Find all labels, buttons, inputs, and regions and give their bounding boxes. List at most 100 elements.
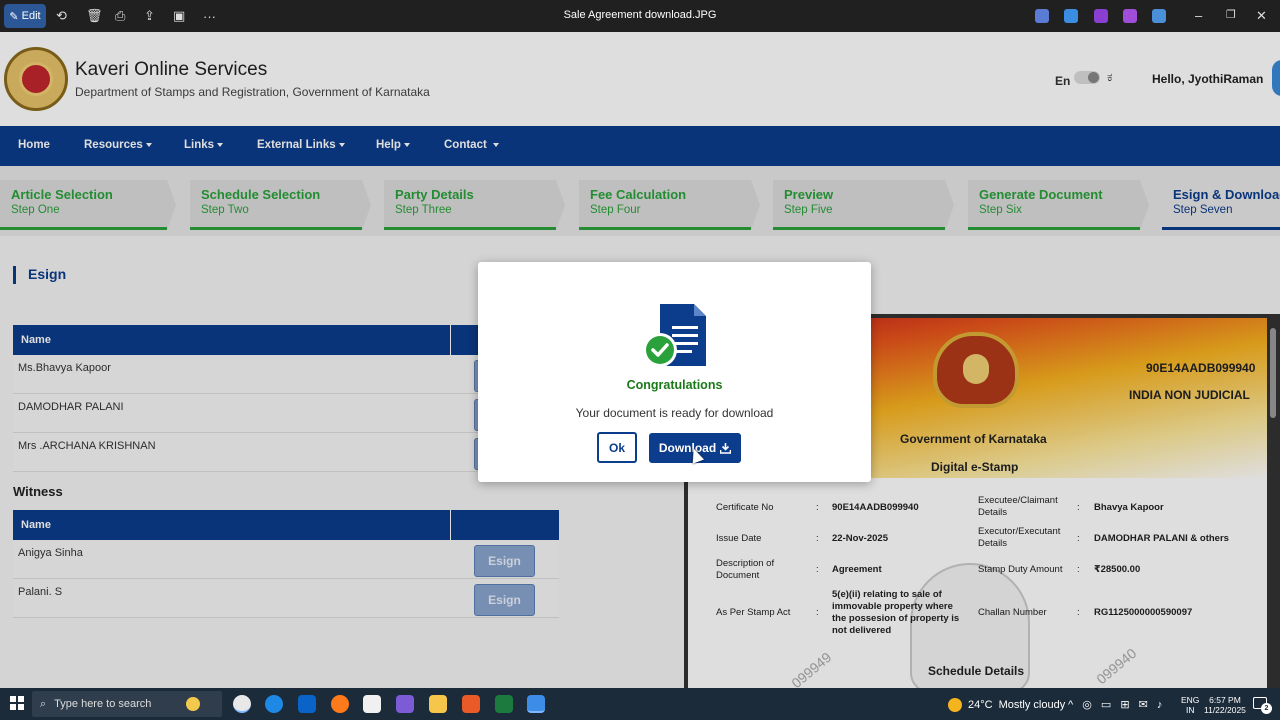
system-tray-icons[interactable]: ^ ◎ ▭ ⊞ ✉ ♪	[1068, 698, 1165, 711]
field-separator: :	[1077, 502, 1080, 513]
dialog-message: Your document is ready for download	[575, 406, 774, 420]
input-language[interactable]: ENG IN	[1181, 695, 1199, 715]
notification-count: 2	[1261, 703, 1272, 714]
field-separator: :	[1077, 607, 1080, 618]
clock-time: 6:57 PM	[1209, 695, 1241, 705]
esign-button[interactable]: Esign	[474, 545, 535, 577]
step-title: Generate Document	[979, 187, 1103, 202]
step-article-selection[interactable]: Article Selection Step One	[0, 180, 176, 230]
user-greeting[interactable]: Hello, JyothiRaman	[1152, 72, 1263, 86]
step-subtitle: Step Seven	[1173, 204, 1233, 216]
step-preview[interactable]: Preview Step Five	[773, 180, 954, 230]
site-header: Kaveri Online Services Department of Sta…	[0, 32, 1280, 126]
esign-heading: Esign	[13, 266, 66, 284]
weather-cloud-sun-icon	[948, 698, 962, 712]
field-label: Description of Document	[716, 558, 775, 581]
firefox-icon[interactable]	[331, 695, 349, 713]
nav-resources[interactable]: Resources	[84, 139, 152, 151]
web-page: Kaveri Online Services Department of Sta…	[0, 32, 1280, 688]
field-separator: :	[1077, 533, 1080, 544]
edge-icon[interactable]	[265, 695, 283, 713]
ok-button[interactable]: Ok	[597, 432, 637, 463]
site-subtitle: Department of Stamps and Registration, G…	[75, 85, 430, 99]
nav-contact-label: Contact	[444, 139, 487, 151]
field-label: As Per Stamp Act	[716, 607, 791, 618]
nav-home[interactable]: Home	[18, 139, 50, 151]
step-subtitle: Step Five	[784, 204, 833, 216]
search-icon: ⌕	[40, 697, 47, 710]
watermark-number: 099940	[1093, 644, 1140, 688]
step-subtitle: Step Three	[395, 204, 452, 216]
nav-contact[interactable]: Contact	[444, 139, 500, 151]
close-button[interactable]: ✕	[1256, 8, 1267, 24]
field-value: ₹28500.00	[1094, 564, 1141, 575]
app-icon-5[interactable]	[1152, 9, 1166, 23]
main-nav: Home Resources Links External Links Help…	[0, 126, 1280, 166]
sparkle-icon[interactable]	[186, 697, 200, 711]
government-label: Government of Karnataka	[900, 432, 1047, 446]
app-icon-4[interactable]	[1123, 9, 1137, 23]
step-title: Party Details	[395, 187, 474, 202]
store-icon[interactable]	[363, 695, 381, 713]
window-title: Sale Agreement download.JPG	[563, 9, 717, 21]
copilot-icon[interactable]	[396, 695, 414, 713]
windows-start-button[interactable]	[10, 696, 24, 710]
app-icon-3[interactable]	[1094, 9, 1108, 23]
nav-help[interactable]: Help	[376, 139, 410, 151]
app-icon-1[interactable]	[1035, 9, 1049, 23]
dialog-title: Congratulations	[626, 378, 723, 392]
witness-name: Palani. S	[18, 586, 63, 598]
file-explorer-icon[interactable]	[429, 695, 447, 713]
outlook-icon[interactable]	[298, 695, 316, 713]
taskbar-clock[interactable]: 6:57 PM 11/22/2025	[1204, 695, 1246, 715]
field-value: Bhavya Kapoor	[1094, 502, 1164, 513]
notification-icon[interactable]: 2	[1253, 697, 1272, 714]
chrome-icon[interactable]	[233, 695, 251, 713]
field-label: Executee/Claimant Details	[978, 495, 1058, 518]
maximize-button[interactable]: ❐	[1226, 8, 1236, 21]
field-value: 22-Nov-2025	[832, 533, 888, 544]
step-generate-document[interactable]: Generate Document Step Six	[968, 180, 1149, 230]
nav-external-links-label: External Links	[257, 139, 336, 151]
nav-external-links[interactable]: External Links	[257, 139, 345, 151]
field-value: DAMODHAR PALANI & others	[1094, 533, 1229, 544]
search-placeholder: Type here to search	[54, 698, 152, 710]
column-name-header: Name	[21, 519, 51, 531]
step-title: Esign & Download	[1173, 187, 1280, 202]
weather-temp: 24°C	[968, 699, 993, 711]
step-esign-download[interactable]: Esign & Download Step Seven	[1162, 180, 1280, 230]
windows-taskbar: ⌕ Type here to search 24°C Mostly cloudy…	[0, 688, 1280, 720]
step-fee-calculation[interactable]: Fee Calculation Step Four	[579, 180, 760, 230]
photos-icon[interactable]	[527, 695, 545, 713]
witness-heading: Witness	[13, 484, 63, 499]
esign-button[interactable]: Esign	[474, 584, 535, 616]
field-value: Agreement	[832, 564, 882, 575]
party-name: Mrs .ARCHANA KRISHNAN	[18, 440, 156, 452]
weather-widget[interactable]: 24°C Mostly cloudy	[948, 698, 1065, 712]
region-code: IN	[1185, 705, 1195, 715]
step-schedule-selection[interactable]: Schedule Selection Step Two	[190, 180, 371, 230]
nav-links[interactable]: Links	[184, 139, 224, 151]
step-subtitle: Step Six	[979, 204, 1022, 216]
non-judicial-label: INDIA NON JUDICIAL	[1129, 388, 1250, 402]
user-avatar[interactable]	[1272, 60, 1280, 96]
nav-resources-label: Resources	[84, 139, 143, 151]
download-label: Download	[658, 441, 717, 455]
field-separator: :	[816, 564, 819, 575]
watermark-number: 099949	[788, 648, 835, 688]
app-icon-2[interactable]	[1064, 9, 1078, 23]
language-toggle[interactable]	[1074, 71, 1100, 84]
preview-scrollbar[interactable]	[1270, 328, 1276, 418]
brave-icon[interactable]	[462, 695, 480, 713]
language-en-label: En	[1055, 74, 1071, 88]
weather-text: Mostly cloudy	[998, 699, 1066, 711]
karnataka-emblem-image	[933, 332, 1019, 408]
step-subtitle: Step Four	[590, 204, 641, 216]
minimize-button[interactable]: –	[1195, 8, 1202, 23]
witness-name: Anigya Sinha	[18, 547, 83, 559]
party-name: Ms.Bhavya Kapoor	[18, 362, 111, 374]
caret-down-icon	[338, 142, 345, 147]
excel-icon[interactable]	[495, 695, 513, 713]
step-party-details[interactable]: Party Details Step Three	[384, 180, 565, 230]
step-title: Preview	[784, 187, 834, 202]
